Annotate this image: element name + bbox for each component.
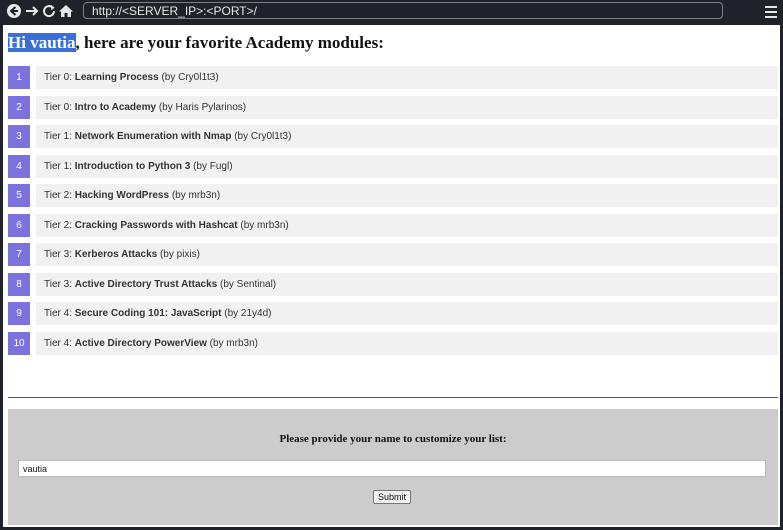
module-author: (by mrb3n) bbox=[169, 190, 221, 201]
module-list: 1 Tier 0: Learning Process (by Cry0l1t3) 2… bbox=[8, 66, 778, 361]
module-tier: Tier 2: bbox=[44, 190, 75, 201]
name-form: Please provide your name to customize yo… bbox=[8, 409, 778, 525]
list-item: 10 Tier 4: Active Directory PowerView (by… bbox=[8, 331, 778, 355]
module-number-badge: 2 bbox=[8, 95, 30, 119]
module-entry: Tier 2: Cracking Passwords with Hashcat … bbox=[36, 213, 778, 237]
module-entry: Tier 2: Hacking WordPress (by mrb3n) bbox=[36, 184, 778, 207]
module-title: Network Enumeration with Nmap bbox=[74, 131, 232, 142]
list-item: 8 Tier 3: Active Directory Trust Attacks … bbox=[8, 272, 778, 296]
module-author: (by mrb3n) bbox=[237, 219, 289, 231]
forward-arrow-icon bbox=[26, 6, 39, 16]
module-title: Learning Process bbox=[74, 72, 159, 83]
module-tier: Tier 3: bbox=[44, 249, 75, 260]
browser-toolbar: http://<SERVER_IP>:<PORT>/ bbox=[0, 0, 783, 24]
module-tier: Tier 4: bbox=[44, 337, 75, 349]
list-item: 6 Tier 2: Cracking Passwords with Hashcat… bbox=[8, 213, 778, 237]
module-entry: Tier 4: Secure Coding 101: JavaScript (b… bbox=[36, 302, 778, 325]
module-number-badge: 4 bbox=[8, 154, 30, 178]
module-number-badge: 9 bbox=[8, 302, 30, 325]
module-title: Introduction to Python 3 bbox=[74, 160, 191, 172]
module-tier: Tier 0: bbox=[44, 72, 75, 83]
reload-arrow-icon bbox=[43, 5, 56, 18]
module-author: (by Sentinal) bbox=[217, 278, 277, 290]
list-item: 5 Tier 2: Hacking WordPress (by mrb3n) bbox=[8, 184, 778, 207]
list-item: 2 Tier 0: Intro to Academy (by Haris Pyla… bbox=[8, 95, 778, 119]
module-author: (by Cry0l1t3) bbox=[158, 72, 219, 83]
greeting-name-highlight: Hi vautia bbox=[8, 33, 76, 52]
module-tier: Tier 3: bbox=[44, 278, 75, 290]
module-number-badge: 3 bbox=[8, 125, 30, 148]
list-item: 3 Tier 1: Network Enumeration with Nmap (… bbox=[8, 125, 778, 148]
module-title: Active Directory PowerView bbox=[74, 337, 207, 349]
home-icon[interactable] bbox=[58, 3, 74, 19]
module-number-badge: 7 bbox=[8, 243, 30, 266]
module-title: Intro to Academy bbox=[74, 101, 157, 113]
list-item: 1 Tier 0: Learning Process (by Cry0l1t3) bbox=[8, 66, 778, 89]
list-item: 9 Tier 4: Secure Coding 101: JavaScript (… bbox=[8, 302, 778, 325]
module-author: (by Cry0l1t3) bbox=[231, 131, 292, 142]
module-number-badge: 5 bbox=[8, 184, 30, 207]
greeting-text: , here are your favorite Academy modules… bbox=[75, 33, 384, 52]
submit-button[interactable]: Submit bbox=[373, 490, 411, 504]
divider bbox=[8, 397, 778, 398]
name-input[interactable] bbox=[18, 460, 766, 477]
house-icon bbox=[59, 5, 73, 17]
module-tier: Tier 0: bbox=[44, 101, 75, 113]
back-arrow-icon bbox=[7, 4, 21, 18]
form-prompt: Please provide your name to customize yo… bbox=[279, 433, 507, 445]
module-number-badge: 10 bbox=[8, 331, 30, 355]
module-title: Kerberos Attacks bbox=[74, 249, 158, 260]
module-tier: Tier 2: bbox=[44, 219, 75, 231]
page-title: Hi vautia, here are your favorite Academ… bbox=[8, 33, 384, 53]
module-author: (by Haris Pylarinos) bbox=[156, 101, 247, 113]
reload-icon[interactable] bbox=[41, 3, 57, 19]
module-author: (by mrb3n) bbox=[206, 337, 258, 349]
module-title: Cracking Passwords with Hashcat bbox=[74, 219, 238, 231]
module-entry: Tier 4: Active Directory PowerView (by m… bbox=[36, 331, 778, 355]
module-author: (by pixis) bbox=[157, 249, 200, 260]
module-author: (by 21y4d) bbox=[221, 308, 272, 319]
module-tier: Tier 4: bbox=[44, 308, 75, 319]
module-number-badge: 1 bbox=[8, 66, 30, 89]
list-item: 7 Tier 3: Kerberos Attacks (by pixis) bbox=[8, 243, 778, 266]
module-tier: Tier 1: bbox=[44, 160, 75, 172]
back-icon[interactable] bbox=[6, 3, 22, 19]
page-viewport: Hi vautia, here are your favorite Academ… bbox=[3, 25, 780, 527]
module-entry: Tier 1: Introduction to Python 3 (by Fug… bbox=[36, 154, 778, 178]
module-title: Active Directory Trust Attacks bbox=[74, 278, 218, 290]
module-title: Secure Coding 101: JavaScript bbox=[74, 308, 222, 319]
module-entry: Tier 3: Kerberos Attacks (by pixis) bbox=[36, 243, 778, 266]
module-number-badge: 6 bbox=[8, 213, 30, 237]
module-entry: Tier 1: Network Enumeration with Nmap (b… bbox=[36, 125, 778, 148]
hamburger-menu-icon[interactable] bbox=[765, 4, 777, 18]
module-entry: Tier 0: Learning Process (by Cry0l1t3) bbox=[36, 66, 778, 89]
module-author: (by Fugl) bbox=[190, 160, 233, 172]
module-entry: Tier 3: Active Directory Trust Attacks (… bbox=[36, 272, 778, 296]
list-item: 4 Tier 1: Introduction to Python 3 (by Fu… bbox=[8, 154, 778, 178]
forward-icon[interactable] bbox=[24, 3, 40, 19]
module-entry: Tier 0: Intro to Academy (by Haris Pylar… bbox=[36, 95, 778, 119]
module-tier: Tier 1: bbox=[44, 131, 75, 142]
module-title: Hacking WordPress bbox=[74, 190, 170, 201]
module-number-badge: 8 bbox=[8, 272, 30, 296]
address-bar[interactable]: http://<SERVER_IP>:<PORT>/ bbox=[83, 2, 723, 19]
